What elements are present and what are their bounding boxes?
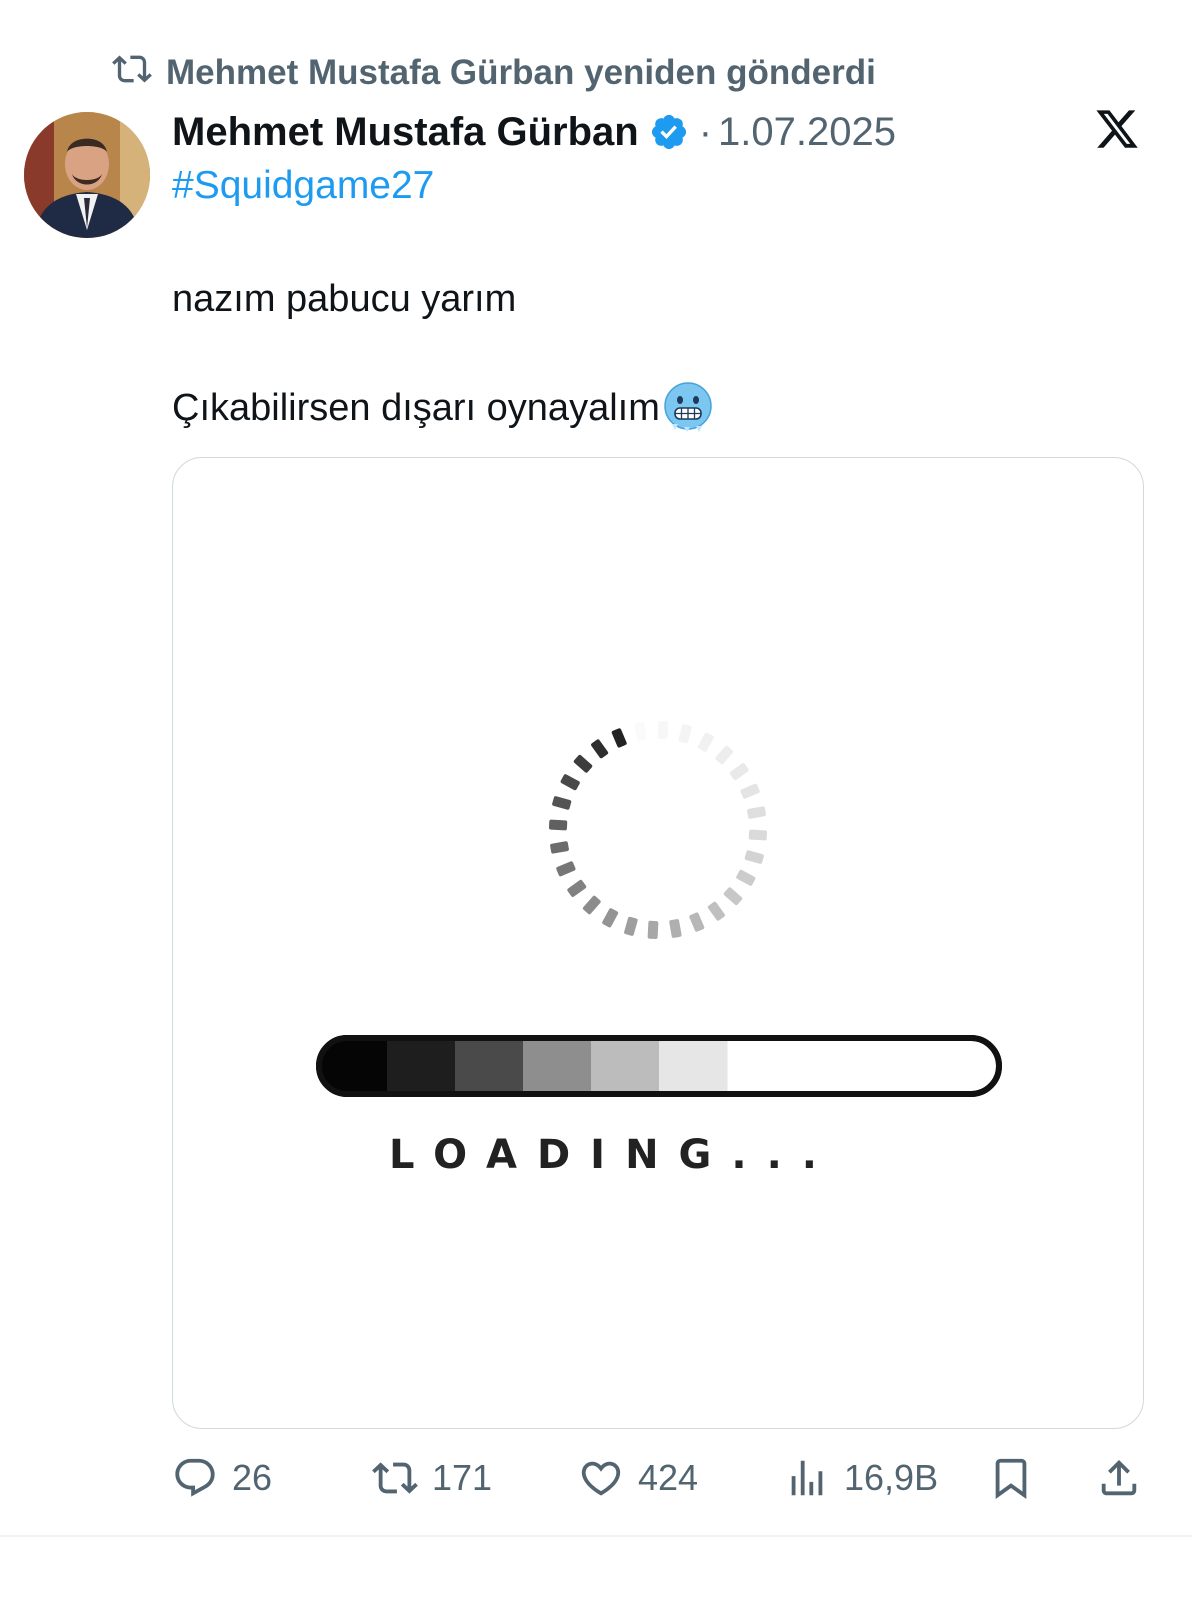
spinner-tick (556, 861, 576, 877)
spinner-tick (550, 841, 569, 854)
spinner-tick (723, 887, 743, 906)
spinner-tick (689, 912, 705, 932)
spinner-tick (567, 879, 587, 897)
repost-button[interactable]: 171 (372, 1448, 492, 1508)
loading-progress-bar (316, 1035, 1002, 1097)
progress-segment (387, 1038, 456, 1094)
spinner-tick (707, 901, 725, 921)
tweet-header: Mehmet Mustafa Gürban · 1.07.2025 (172, 104, 896, 160)
progress-segment (455, 1038, 524, 1094)
reply-button[interactable]: 26 (172, 1448, 272, 1508)
avatar[interactable] (24, 112, 150, 238)
repost-icon (372, 1462, 418, 1494)
tweet-text-line-2: Çıkabilirsen dışarı oynayalım (172, 382, 714, 436)
bookmark-icon (995, 1458, 1027, 1499)
spinner-tick (602, 908, 619, 928)
progress-segment (659, 1038, 728, 1094)
spinner-tick (740, 783, 760, 799)
spinner-tick (747, 806, 766, 819)
spinner-tick (748, 829, 768, 841)
spinner-tick (573, 754, 593, 773)
progress-segment (523, 1038, 592, 1094)
spinner-tick (715, 745, 734, 765)
spinner-tick (591, 739, 609, 759)
share-icon (1101, 1459, 1137, 1496)
spinner-tick (548, 819, 568, 831)
cold-face-emoji-icon (662, 380, 714, 432)
verified-badge-icon (651, 114, 686, 150)
spinner-tick (624, 916, 638, 936)
tweet-text-line-1: nazım pabucu yarım (172, 278, 517, 320)
author-name[interactable]: Mehmet Mustafa Gürban (172, 110, 639, 155)
repost-header[interactable]: Mehmet Mustafa Gürban yeniden gönderdi (112, 50, 876, 96)
bookmark-button[interactable] (988, 1448, 1034, 1508)
spinner-tick (552, 796, 572, 810)
tweet-text-line-2-label: Çıkabilirsen dışarı oynayalım (172, 387, 660, 430)
spinner-tick (744, 850, 764, 864)
spinner-tick (560, 774, 580, 791)
views-count: 16,9B (844, 1457, 939, 1498)
tweet-actions: 26 171 424 16,9B (172, 1448, 1152, 1508)
loading-text: LOADING... (389, 1132, 837, 1178)
views-chart-icon (791, 1460, 823, 1496)
repost-label: Mehmet Mustafa Gürban yeniden gönderdi (166, 53, 876, 92)
spinner-tick (582, 895, 601, 915)
x-logo-icon (1094, 106, 1140, 152)
reply-icon (175, 1458, 215, 1497)
spinner-tick (697, 732, 714, 752)
views-button[interactable]: 16,9B (784, 1448, 938, 1508)
spinner-tick (736, 869, 756, 886)
reply-count: 26 (232, 1457, 273, 1498)
hashtag-link[interactable]: #Squidgame27 (172, 164, 434, 208)
spinner-tick (669, 919, 682, 938)
spinner-tick (611, 728, 627, 748)
spinner-tick (634, 722, 647, 741)
tweet-date[interactable]: 1.07.2025 (718, 110, 896, 155)
header-separator: · (698, 109, 713, 154)
loading-spinner (548, 720, 768, 940)
like-count: 424 (638, 1457, 699, 1498)
spinner-tick (647, 920, 659, 940)
spinner-tick (657, 720, 669, 740)
media-image[interactable]: LOADING... (172, 457, 1144, 1429)
divider (0, 1535, 1192, 1537)
repost-icon (112, 49, 152, 98)
share-button[interactable] (1096, 1448, 1142, 1508)
heart-icon (581, 1461, 621, 1496)
progress-segment (591, 1038, 660, 1094)
like-button[interactable]: 424 (578, 1448, 698, 1508)
spinner-tick (678, 724, 692, 744)
repost-count: 171 (432, 1457, 493, 1498)
spinner-tick (729, 763, 749, 781)
